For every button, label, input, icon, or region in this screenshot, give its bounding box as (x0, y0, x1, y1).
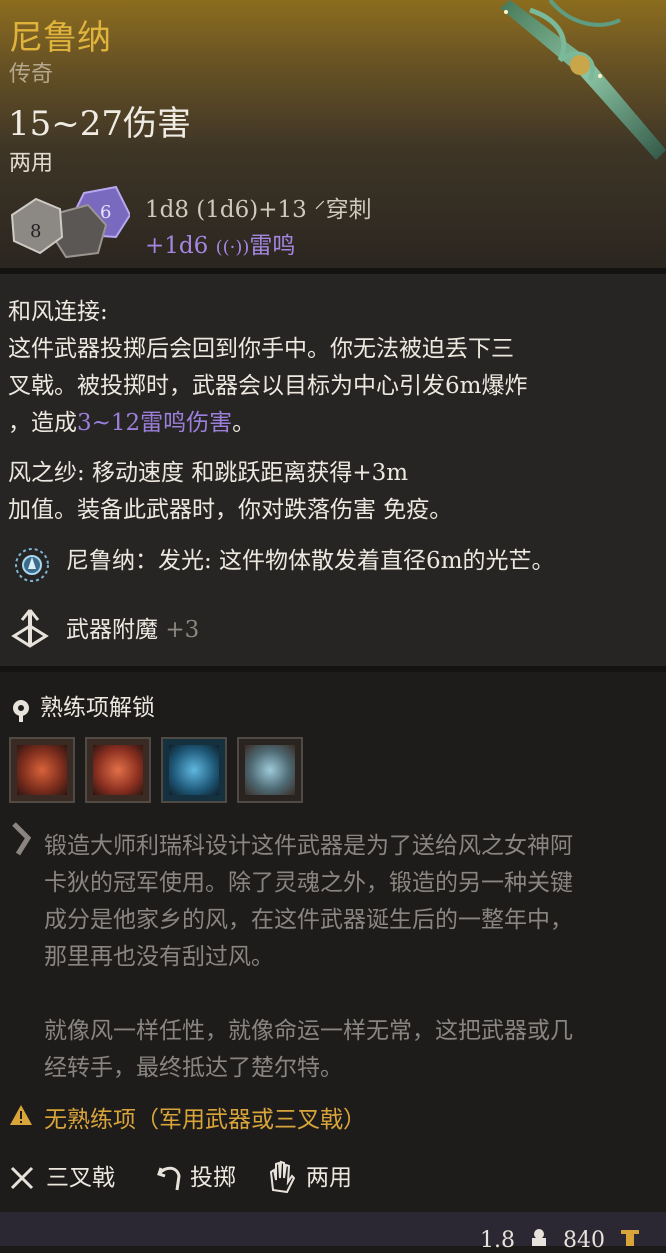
zephyr-line-3-prefix: ，造成 (8, 410, 77, 436)
lore-line-2: 卡狄的冠军使用。除了灵魂之外，锻造的另一种关键 (44, 870, 573, 896)
light-icon (15, 548, 49, 582)
wind-veil-line-2: 加值。装备此武器时，你对跌落伤害 免疫。 (8, 497, 453, 523)
tag-thrown: 投掷 (190, 1165, 236, 1191)
thunder-icon: ((·)) (215, 237, 250, 258)
lore-line-4: 那里再也没有刮过风。 (44, 944, 274, 970)
zephyr-line-2: 叉戟。被投掷时，武器会以目标为中心引发6m爆炸 (8, 373, 528, 399)
versatile-hand-icon (269, 1160, 295, 1194)
rush-action-icon[interactable] (85, 737, 151, 803)
pierce-icon: ⸍ (314, 197, 326, 223)
bonus-damage: +1d6 (145, 233, 209, 259)
item-name: 尼鲁纳 (9, 18, 111, 58)
enchant-value: +3 (165, 617, 200, 643)
enchant-row: 武器附魔 +3 (66, 612, 199, 649)
slash-action-icon[interactable] (9, 737, 75, 803)
wave-action-icon[interactable] (161, 737, 227, 803)
trident-art (500, 0, 666, 160)
zephyr-line-3-suffix: 。 (232, 410, 256, 436)
die-d8-label: 8 (30, 221, 41, 242)
lore-line-1: 锻造大师利瑞科设计这件武器是为了送给风之女神阿 (44, 833, 573, 859)
damage-formula-row: 1d8 (1d6)+13 ⸍穿刺 (145, 190, 372, 224)
bonus-type: 雷鸣 (249, 233, 296, 259)
tag-versatile: 两用 (306, 1165, 352, 1191)
tag-weapon-type: 三叉戟 (46, 1165, 115, 1191)
gold-value: 840 (563, 1228, 605, 1253)
warning-icon (10, 1105, 32, 1125)
gold-icon (621, 1230, 639, 1246)
weight-value: 1.8 (480, 1228, 515, 1253)
proficiency-unlock-icon (13, 700, 29, 722)
bonus-damage-row: +1d6 ((·))雷鸣 (145, 226, 295, 260)
item-rarity: 传奇 (9, 62, 54, 87)
lore-line-5: 就像风一样任性，就像命运一样无常，这把武器或几 (44, 1018, 573, 1044)
zephyr-title: 和风连接: (8, 299, 108, 325)
damage-type: 穿刺 (325, 197, 372, 223)
thunder-damage-link[interactable]: 3~12雷鸣伤害 (77, 410, 232, 436)
wind-veil-line-1: 风之纱: 移动速度 和跳跃距离获得+3m (8, 460, 409, 486)
dice-icon: 6 8 (10, 185, 130, 259)
thrown-icon (157, 1166, 181, 1191)
weight-icon (532, 1229, 546, 1246)
item-handedness: 两用 (9, 151, 54, 176)
lore-line-3: 成分是他家乡的风，在这件武器诞生后的一整年中， (44, 907, 573, 933)
enchant-label: 武器附魔 (66, 617, 158, 643)
zephyr-line-1: 这件武器投掷后会回到你手中。你无法被迫丢下三 (8, 336, 514, 362)
divider (0, 268, 666, 274)
light-text: 尼鲁纳：发光: 这件物体散发着直径6m的光芒。 (66, 548, 555, 574)
proficiency-title: 熟练项解锁 (40, 695, 155, 721)
wind-action-icon[interactable] (237, 737, 303, 803)
lore-line-6: 经转手，最终抵达了楚尔特。 (44, 1055, 343, 1081)
lore-icon (12, 822, 32, 856)
damage-formula: 1d8 (1d6)+13 (145, 197, 307, 223)
zephyr-line-3: ，造成3~12雷鸣伤害。 (8, 405, 255, 442)
weapon-enchant-icon (11, 609, 49, 648)
item-damage: 15~27伤害 (8, 104, 192, 144)
no-proficiency-warning: 无熟练项（军用武器或三叉戟） (44, 1107, 366, 1133)
trident-icon (10, 1166, 34, 1190)
